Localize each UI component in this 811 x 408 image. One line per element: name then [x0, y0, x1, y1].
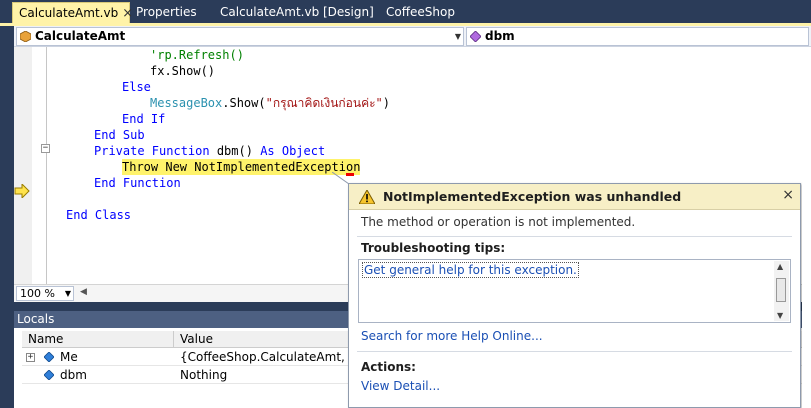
exception-assistant: NotImplementedException was unhandled × …	[348, 183, 801, 408]
tab-calculateamt-vb[interactable]: CalculateAmt.vb ×	[12, 2, 133, 24]
code-line: End Function	[94, 176, 181, 190]
navigation-bar: CalculateAmt ▼ dbm	[14, 26, 811, 47]
actions-label: Actions:	[361, 360, 416, 374]
troubleshooting-list[interactable]: Get general help for this exception. ▲ ▼	[358, 259, 791, 323]
zoom-combo[interactable]: 100 % ▼	[16, 286, 74, 301]
side-panel-edge	[802, 183, 811, 408]
class-icon	[20, 31, 31, 42]
class-combo-value: CalculateAmt	[35, 29, 126, 43]
exception-title: NotImplementedException was unhandled	[383, 189, 682, 204]
code-line: MessageBox.Show("กรุณาคิดเงินก่อนค่ะ")	[150, 96, 391, 110]
code-line: fx.Show()	[150, 64, 216, 78]
local-name: dbm	[60, 368, 87, 382]
scroll-down-icon[interactable]: ▼	[777, 311, 783, 320]
member-combo[interactable]: dbm	[466, 27, 809, 46]
expand-icon[interactable]: +	[26, 353, 35, 362]
code-line: Else	[122, 80, 151, 94]
exception-header: NotImplementedException was unhandled ×	[349, 184, 800, 210]
troubleshooting-label: Troubleshooting tips:	[361, 241, 506, 255]
method-icon	[470, 31, 481, 42]
close-icon[interactable]: ×	[782, 187, 794, 203]
code-line: Private Function dbm() As Object	[94, 144, 326, 158]
execution-pointer-icon	[14, 184, 30, 198]
code-line: End Class	[66, 208, 132, 222]
general-help-link[interactable]: Get general help for this exception.	[362, 262, 579, 278]
code-line: 'rp.Refresh()	[150, 48, 244, 62]
view-detail-link[interactable]: View Detail...	[361, 379, 440, 393]
column-header-name[interactable]: Name	[22, 331, 174, 348]
variable-icon	[44, 352, 54, 362]
divider	[357, 236, 792, 237]
variable-icon	[44, 370, 54, 380]
zoom-value: 100 %	[20, 287, 55, 300]
member-combo-value: dbm	[485, 29, 515, 43]
tab-calculateamt-design[interactable]: CalculateAmt.vb [Design]	[214, 2, 380, 24]
tips-scrollbar[interactable]: ▲ ▼	[774, 261, 789, 321]
indicator-margin[interactable]	[14, 47, 32, 302]
exception-message: The method or operation is not implement…	[361, 215, 636, 229]
scroll-thumb[interactable]	[776, 278, 786, 302]
local-value: {CoffeeShop.CalculateAmt, Text	[180, 350, 350, 364]
dropdown-arrow-icon[interactable]: ▼	[65, 287, 71, 300]
collapse-toggle-icon[interactable]: −	[41, 144, 50, 153]
outline-margin	[46, 47, 47, 290]
dropdown-arrow-icon[interactable]: ▼	[455, 28, 461, 45]
document-tab-bar: CalculateAmt.vb × Properties CalculateAmt…	[0, 0, 811, 26]
class-combo[interactable]: CalculateAmt ▼	[16, 27, 464, 46]
local-name: Me	[60, 350, 78, 364]
divider	[357, 351, 792, 352]
tab-properties[interactable]: Properties	[130, 2, 203, 24]
tab-coffeeshop[interactable]: CoffeeShop	[380, 2, 461, 24]
scroll-left-icon[interactable]: ◀	[80, 287, 87, 297]
code-line: End Sub	[94, 128, 145, 142]
scroll-up-icon[interactable]: ▲	[777, 262, 783, 271]
local-value: Nothing	[180, 368, 228, 382]
warning-icon	[359, 190, 375, 204]
tab-label: CalculateAmt.vb	[19, 6, 119, 20]
code-line: End If	[122, 112, 166, 126]
highlighted-statement: Throw New NotImplementedException	[122, 159, 361, 175]
search-help-online-link[interactable]: Search for more Help Online...	[361, 329, 543, 343]
